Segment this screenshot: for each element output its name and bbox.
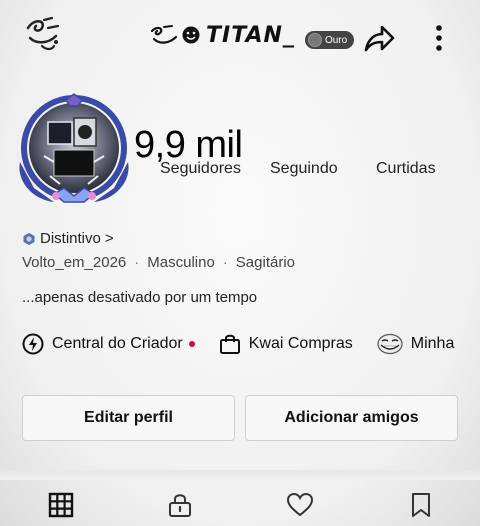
profile-sign: Sagitário — [235, 254, 295, 271]
followers-label[interactable]: Seguidores — [160, 160, 241, 178]
name-decor-icon — [150, 25, 178, 44]
lock-icon[interactable] — [167, 492, 193, 518]
likes-label[interactable]: Curtidas — [376, 160, 436, 178]
following-label[interactable]: Seguindo — [270, 160, 338, 178]
more-vertical-icon[interactable] — [430, 22, 448, 54]
profile-handle: Volto_em_2026 — [22, 254, 127, 271]
shortcut-label: Kwai Compras — [248, 335, 353, 352]
separator: · — [222, 254, 228, 271]
hexagon-badge-icon — [23, 232, 35, 245]
content-tabs — [0, 484, 480, 526]
add-friends-button[interactable]: Adicionar amigos — [245, 395, 458, 441]
separator: · — [134, 254, 140, 271]
profile-screen: TITAN_ Ouro 9,9 mil Seguidores Seguindo … — [0, 0, 480, 526]
shortcut-creator-center[interactable]: Central do Criador — [22, 333, 195, 355]
level-badge[interactable]: Ouro — [304, 31, 355, 49]
shopping-bag-icon — [219, 334, 240, 354]
profile-gender: Masculino — [147, 254, 215, 271]
shortcut-kwai-shopping[interactable]: Kwai Compras — [219, 333, 353, 355]
troll-face-icon — [377, 333, 403, 355]
shortcut-minha[interactable]: Minha — [377, 333, 455, 355]
username: TITAN_ — [206, 22, 295, 48]
shortcut-label: Minha — [410, 335, 455, 352]
badge-medal-icon — [307, 33, 322, 47]
bookmark-icon[interactable] — [408, 492, 434, 518]
smiley-icon — [182, 26, 200, 44]
notification-dot — [188, 341, 195, 347]
grid-icon[interactable] — [48, 492, 74, 518]
edit-profile-button[interactable]: Editar perfil — [22, 395, 235, 441]
avatar-frame-icon — [19, 93, 129, 203]
shortcut-label: Central do Criador — [52, 335, 183, 352]
badge-link-label: Distintivo — [40, 230, 101, 247]
section-divider — [0, 470, 480, 480]
profile-bio: ...apenas desativado por um tempo — [22, 289, 258, 306]
chevron-right-icon: > — [104, 230, 114, 247]
swirl-decor-icon[interactable] — [22, 14, 64, 54]
profile-info: Volto_em_2026 · Masculino · Sagitário — [22, 254, 295, 271]
share-arrow-icon[interactable] — [362, 22, 396, 54]
heart-icon[interactable] — [287, 492, 313, 518]
level-badge-label: Ouro — [324, 34, 348, 46]
top-bar: TITAN_ Ouro — [0, 0, 480, 70]
shortcut-row: Central do Criador Kwai Compras Minha — [22, 330, 478, 358]
avatar[interactable] — [14, 92, 134, 210]
badge-link[interactable]: Distintivo > — [22, 230, 114, 247]
profile-username-header: TITAN_ Ouro — [150, 18, 355, 52]
creator-bolt-icon — [22, 333, 44, 355]
